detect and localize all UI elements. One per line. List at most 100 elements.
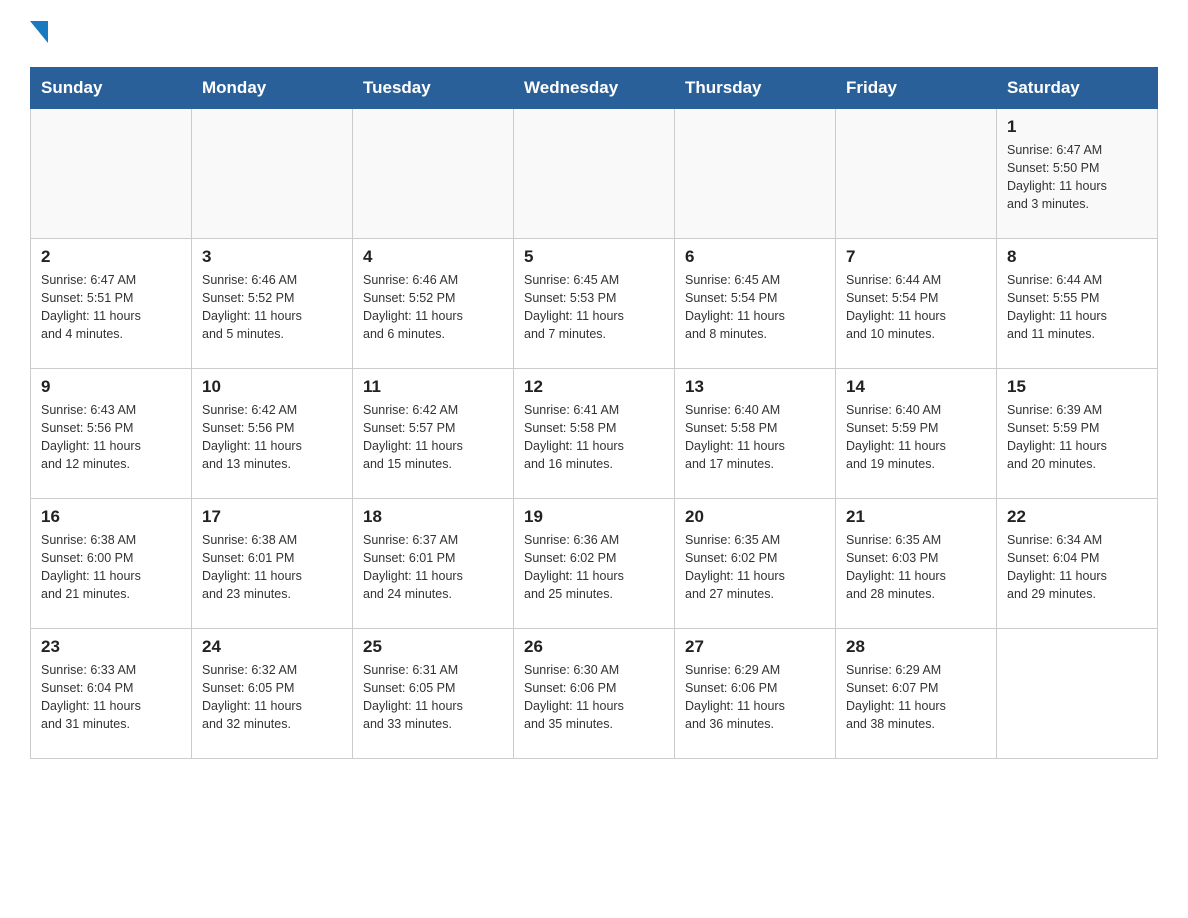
weekday-header-row: SundayMondayTuesdayWednesdayThursdayFrid… bbox=[31, 68, 1158, 109]
day-number: 11 bbox=[363, 377, 503, 397]
calendar-cell: 9 Sunrise: 6:43 AM Sunset: 5:56 PM Daylig… bbox=[31, 369, 192, 499]
weekday-header-thursday: Thursday bbox=[675, 68, 836, 109]
day-number: 10 bbox=[202, 377, 342, 397]
day-info: Sunrise: 6:41 AM Sunset: 5:58 PM Dayligh… bbox=[524, 401, 664, 474]
calendar-cell: 10 Sunrise: 6:42 AM Sunset: 5:56 PM Dayli… bbox=[192, 369, 353, 499]
day-number: 14 bbox=[846, 377, 986, 397]
calendar-cell bbox=[353, 109, 514, 239]
calendar-cell: 3 Sunrise: 6:46 AM Sunset: 5:52 PM Daylig… bbox=[192, 239, 353, 369]
day-info: Sunrise: 6:44 AM Sunset: 5:55 PM Dayligh… bbox=[1007, 271, 1147, 344]
calendar-cell: 23 Sunrise: 6:33 AM Sunset: 6:04 PM Dayli… bbox=[31, 629, 192, 759]
weekday-header-wednesday: Wednesday bbox=[514, 68, 675, 109]
calendar-cell: 7 Sunrise: 6:44 AM Sunset: 5:54 PM Daylig… bbox=[836, 239, 997, 369]
calendar-cell: 18Sunrise: 6:37 AM Sunset: 6:01 PM Dayli… bbox=[353, 499, 514, 629]
calendar-cell bbox=[675, 109, 836, 239]
calendar-cell: 5 Sunrise: 6:45 AM Sunset: 5:53 PM Daylig… bbox=[514, 239, 675, 369]
day-info: Sunrise: 6:31 AM Sunset: 6:05 PM Dayligh… bbox=[363, 661, 503, 734]
day-info: Sunrise: 6:33 AM Sunset: 6:04 PM Dayligh… bbox=[41, 661, 181, 734]
day-number: 22 bbox=[1007, 507, 1147, 527]
day-number: 18 bbox=[363, 507, 503, 527]
week-row-4: 16 Sunrise: 6:38 AM Sunset: 6:00 PM Dayli… bbox=[31, 499, 1158, 629]
day-info: Sunrise: 6:38 AM Sunset: 6:01 PM Dayligh… bbox=[202, 531, 342, 604]
day-info: Sunrise: 6:43 AM Sunset: 5:56 PM Dayligh… bbox=[41, 401, 181, 474]
page-header bbox=[30, 20, 1158, 47]
calendar-cell: 6Sunrise: 6:45 AM Sunset: 5:54 PM Daylig… bbox=[675, 239, 836, 369]
calendar-cell: 20 Sunrise: 6:35 AM Sunset: 6:02 PM Dayli… bbox=[675, 499, 836, 629]
calendar-cell: 17 Sunrise: 6:38 AM Sunset: 6:01 PM Dayli… bbox=[192, 499, 353, 629]
day-number: 25 bbox=[363, 637, 503, 657]
day-info: Sunrise: 6:40 AM Sunset: 5:59 PM Dayligh… bbox=[846, 401, 986, 474]
day-number: 26 bbox=[524, 637, 664, 657]
day-number: 19 bbox=[524, 507, 664, 527]
day-info: Sunrise: 6:44 AM Sunset: 5:54 PM Dayligh… bbox=[846, 271, 986, 344]
calendar-cell: 27 Sunrise: 6:29 AM Sunset: 6:06 PM Dayli… bbox=[675, 629, 836, 759]
week-row-5: 23 Sunrise: 6:33 AM Sunset: 6:04 PM Dayli… bbox=[31, 629, 1158, 759]
calendar-cell: 15 Sunrise: 6:39 AM Sunset: 5:59 PM Dayli… bbox=[997, 369, 1158, 499]
calendar-cell: 11 Sunrise: 6:42 AM Sunset: 5:57 PM Dayli… bbox=[353, 369, 514, 499]
day-number: 3 bbox=[202, 247, 342, 267]
weekday-header-sunday: Sunday bbox=[31, 68, 192, 109]
day-number: 9 bbox=[41, 377, 181, 397]
day-info: Sunrise: 6:32 AM Sunset: 6:05 PM Dayligh… bbox=[202, 661, 342, 734]
day-number: 12 bbox=[524, 377, 664, 397]
day-number: 28 bbox=[846, 637, 986, 657]
day-info: Sunrise: 6:46 AM Sunset: 5:52 PM Dayligh… bbox=[202, 271, 342, 344]
week-row-1: 1 Sunrise: 6:47 AM Sunset: 5:50 PM Daylig… bbox=[31, 109, 1158, 239]
day-info: Sunrise: 6:30 AM Sunset: 6:06 PM Dayligh… bbox=[524, 661, 664, 734]
calendar-cell: 1 Sunrise: 6:47 AM Sunset: 5:50 PM Daylig… bbox=[997, 109, 1158, 239]
logo bbox=[30, 20, 48, 47]
day-info: Sunrise: 6:42 AM Sunset: 5:56 PM Dayligh… bbox=[202, 401, 342, 474]
logo-chevron-icon bbox=[30, 21, 48, 48]
day-number: 23 bbox=[41, 637, 181, 657]
day-number: 1 bbox=[1007, 117, 1147, 137]
calendar-cell: 16 Sunrise: 6:38 AM Sunset: 6:00 PM Dayli… bbox=[31, 499, 192, 629]
day-number: 6 bbox=[685, 247, 825, 267]
day-info: Sunrise: 6:40 AM Sunset: 5:58 PM Dayligh… bbox=[685, 401, 825, 474]
calendar-cell: 22 Sunrise: 6:34 AM Sunset: 6:04 PM Dayli… bbox=[997, 499, 1158, 629]
weekday-header-saturday: Saturday bbox=[997, 68, 1158, 109]
calendar-cell: 19 Sunrise: 6:36 AM Sunset: 6:02 PM Dayli… bbox=[514, 499, 675, 629]
day-info: Sunrise: 6:29 AM Sunset: 6:07 PM Dayligh… bbox=[846, 661, 986, 734]
calendar-cell bbox=[997, 629, 1158, 759]
calendar-cell bbox=[192, 109, 353, 239]
calendar-cell bbox=[31, 109, 192, 239]
day-number: 21 bbox=[846, 507, 986, 527]
day-number: 4 bbox=[363, 247, 503, 267]
day-info: Sunrise: 6:36 AM Sunset: 6:02 PM Dayligh… bbox=[524, 531, 664, 604]
day-info: Sunrise: 6:39 AM Sunset: 5:59 PM Dayligh… bbox=[1007, 401, 1147, 474]
day-info: Sunrise: 6:38 AM Sunset: 6:00 PM Dayligh… bbox=[41, 531, 181, 604]
calendar-cell: 14 Sunrise: 6:40 AM Sunset: 5:59 PM Dayli… bbox=[836, 369, 997, 499]
calendar-cell: 28 Sunrise: 6:29 AM Sunset: 6:07 PM Dayli… bbox=[836, 629, 997, 759]
day-number: 2 bbox=[41, 247, 181, 267]
day-number: 16 bbox=[41, 507, 181, 527]
calendar-cell: 2 Sunrise: 6:47 AM Sunset: 5:51 PM Daylig… bbox=[31, 239, 192, 369]
day-info: Sunrise: 6:47 AM Sunset: 5:51 PM Dayligh… bbox=[41, 271, 181, 344]
weekday-header-tuesday: Tuesday bbox=[353, 68, 514, 109]
calendar-cell bbox=[836, 109, 997, 239]
day-info: Sunrise: 6:34 AM Sunset: 6:04 PM Dayligh… bbox=[1007, 531, 1147, 604]
day-info: Sunrise: 6:46 AM Sunset: 5:52 PM Dayligh… bbox=[363, 271, 503, 344]
day-info: Sunrise: 6:45 AM Sunset: 5:53 PM Dayligh… bbox=[524, 271, 664, 344]
weekday-header-friday: Friday bbox=[836, 68, 997, 109]
calendar-cell bbox=[514, 109, 675, 239]
day-number: 15 bbox=[1007, 377, 1147, 397]
day-info: Sunrise: 6:42 AM Sunset: 5:57 PM Dayligh… bbox=[363, 401, 503, 474]
day-number: 17 bbox=[202, 507, 342, 527]
calendar-cell: 4 Sunrise: 6:46 AM Sunset: 5:52 PM Daylig… bbox=[353, 239, 514, 369]
day-number: 5 bbox=[524, 247, 664, 267]
calendar-cell: 12 Sunrise: 6:41 AM Sunset: 5:58 PM Dayli… bbox=[514, 369, 675, 499]
day-number: 20 bbox=[685, 507, 825, 527]
week-row-2: 2 Sunrise: 6:47 AM Sunset: 5:51 PM Daylig… bbox=[31, 239, 1158, 369]
calendar-table: SundayMondayTuesdayWednesdayThursdayFrid… bbox=[30, 67, 1158, 759]
calendar-cell: 25 Sunrise: 6:31 AM Sunset: 6:05 PM Dayli… bbox=[353, 629, 514, 759]
calendar-cell: 21Sunrise: 6:35 AM Sunset: 6:03 PM Dayli… bbox=[836, 499, 997, 629]
day-number: 24 bbox=[202, 637, 342, 657]
weekday-header-monday: Monday bbox=[192, 68, 353, 109]
day-info: Sunrise: 6:35 AM Sunset: 6:02 PM Dayligh… bbox=[685, 531, 825, 604]
day-info: Sunrise: 6:47 AM Sunset: 5:50 PM Dayligh… bbox=[1007, 141, 1147, 214]
calendar-cell: 13Sunrise: 6:40 AM Sunset: 5:58 PM Dayli… bbox=[675, 369, 836, 499]
day-number: 7 bbox=[846, 247, 986, 267]
day-info: Sunrise: 6:29 AM Sunset: 6:06 PM Dayligh… bbox=[685, 661, 825, 734]
calendar-cell: 8Sunrise: 6:44 AM Sunset: 5:55 PM Daylig… bbox=[997, 239, 1158, 369]
day-number: 27 bbox=[685, 637, 825, 657]
